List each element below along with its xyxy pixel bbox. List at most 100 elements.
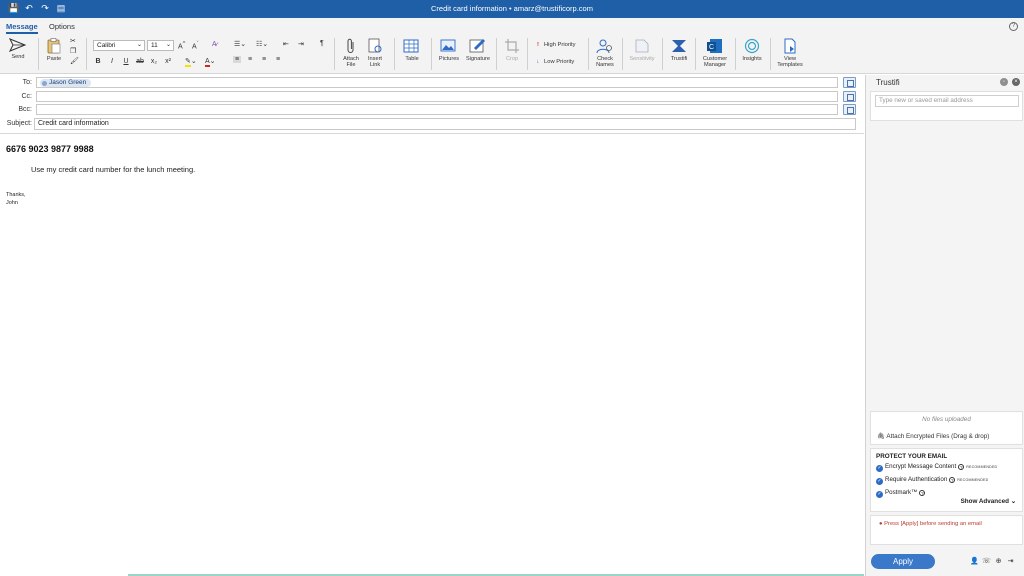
files-card: No files uploaded 🖇 Attach Encrypted Fil…	[870, 411, 1023, 445]
align-center-icon[interactable]: ≡	[248, 56, 252, 63]
font-color-icon[interactable]: A⌄	[205, 57, 216, 67]
to-field[interactable]: Jason Green	[36, 77, 838, 88]
bullets-icon[interactable]: ☰⌄	[234, 40, 246, 48]
help-icon[interactable]: ?	[958, 464, 965, 470]
paperclip-icon: 🖇	[877, 433, 885, 440]
no-files-text: No files uploaded	[922, 416, 971, 423]
paste-button[interactable]: Paste	[43, 38, 65, 62]
pilcrow-icon[interactable]: ¶	[320, 40, 324, 47]
logout-icon[interactable]: ⇥	[1006, 557, 1015, 566]
cc-label: Cc:	[21, 93, 33, 100]
format-painter-icon[interactable]: 🖌	[70, 57, 79, 65]
customer-manager-icon: C	[707, 39, 722, 53]
chevron-down-icon: ⌄	[165, 42, 171, 48]
high-priority-icon: !	[537, 42, 539, 48]
signature-button[interactable]: Signature	[463, 38, 493, 62]
error-icon: ●	[879, 521, 883, 527]
sensitivity-button[interactable]: Sensitivity	[626, 38, 658, 62]
message-body[interactable]: 6676 9023 9877 9988 Use my credit card n…	[0, 136, 864, 574]
close-icon[interactable]: ×	[1012, 78, 1020, 86]
send-button[interactable]: Send	[6, 38, 30, 60]
recipient-chip[interactable]: Jason Green	[40, 79, 92, 87]
table-button[interactable]: Table	[398, 38, 426, 62]
cut-icon[interactable]: ✂	[70, 37, 76, 45]
underline-button[interactable]: U	[121, 58, 131, 65]
high-priority-button[interactable]: ! High Priority	[535, 42, 576, 48]
ribbon-separator	[38, 38, 39, 70]
show-advanced-toggle[interactable]: Show Advanced ⌄	[961, 498, 1016, 505]
low-priority-button[interactable]: ↓ Low Priority	[535, 59, 575, 65]
add-contact-icon[interactable]: 👤	[970, 557, 979, 566]
help-icon[interactable]: ?	[919, 490, 926, 496]
tab-options[interactable]: Options	[49, 22, 75, 31]
bold-button[interactable]: B	[93, 58, 103, 65]
recommended-badge: RECOMMENDED	[957, 478, 989, 482]
card-number-text: 6676 9023 9877 9988	[6, 144, 94, 154]
subject-field[interactable]: Credit card information	[34, 118, 856, 130]
numbering-icon[interactable]: ☷⌄	[256, 40, 268, 48]
require-auth-option[interactable]: ✓ Require Authentication? RECOMMENDED	[876, 476, 988, 485]
insights-icon	[744, 38, 760, 54]
globe-icon[interactable]: ⊕	[994, 557, 1003, 566]
insert-link-button[interactable]: Insert Link	[364, 38, 386, 68]
cc-field[interactable]	[36, 91, 838, 102]
help-icon[interactable]: ?	[949, 477, 956, 483]
ribbon-separator	[735, 38, 736, 70]
customer-manager-button[interactable]: C Customer Manager	[699, 38, 731, 68]
clear-formatting-icon[interactable]: A̷	[212, 41, 217, 48]
superscript-button[interactable]: x²	[163, 58, 173, 65]
ribbon-separator	[527, 38, 528, 70]
sign-off: Thanks, John	[6, 191, 26, 207]
view-templates-button[interactable]: View Templates	[774, 38, 806, 68]
message-line: Use my credit card number for the lunch …	[31, 165, 196, 174]
pin-icon[interactable]: ◦	[1000, 78, 1008, 86]
font-size-select[interactable]: 11 ⌄	[147, 40, 174, 51]
align-right-icon[interactable]: ≡	[262, 56, 266, 63]
attach-file-button[interactable]: Attach File	[340, 38, 362, 68]
font-name-select[interactable]: Calibri ⌄	[93, 40, 145, 51]
cc-row: Cc:	[0, 91, 864, 104]
align-left-icon[interactable]: ≡	[233, 56, 242, 63]
insights-button[interactable]: Insights	[739, 38, 765, 62]
ribbon: Send Paste ✂ ❐ 🖌 Calibri ⌄ 11 ⌄ A^ Aˇ A̷ B…	[0, 34, 1024, 74]
postmark-option[interactable]: ✓ Postmark™?	[876, 489, 926, 498]
check-names-button[interactable]: Check Names	[592, 38, 618, 68]
copy-icon[interactable]: ❐	[70, 47, 76, 55]
apply-button[interactable]: Apply	[871, 554, 935, 569]
bcc-field[interactable]	[36, 104, 838, 115]
recommended-badge: RECOMMENDED	[966, 465, 998, 469]
highlight-icon[interactable]: ✎⌄	[185, 57, 197, 67]
italic-button[interactable]: I	[107, 58, 117, 65]
crop-button[interactable]: Crop	[501, 38, 523, 62]
justify-icon[interactable]: ≡	[276, 56, 280, 63]
email-input[interactable]: Type new or saved email address	[875, 95, 1019, 107]
trustifi-icon	[672, 40, 686, 52]
low-priority-icon: ↓	[536, 59, 540, 65]
subscript-button[interactable]: x₂	[149, 58, 159, 65]
decrease-indent-icon[interactable]: ⇤	[283, 40, 289, 48]
paste-icon	[47, 38, 61, 54]
address-book-icon[interactable]	[843, 77, 856, 88]
support-icon[interactable]: ☏	[982, 557, 991, 566]
pictures-button[interactable]: Pictures	[436, 38, 462, 62]
protect-card: PROTECT YOUR EMAIL ✓ Encrypt Message Cont…	[870, 448, 1023, 512]
ribbon-separator	[662, 38, 663, 70]
increase-indent-icon[interactable]: ⇥	[298, 40, 304, 48]
ribbon-separator	[695, 38, 696, 70]
ribbon-separator	[431, 38, 432, 70]
ribbon-separator	[394, 38, 395, 70]
chevron-down-icon: ⌄	[1010, 498, 1016, 505]
attach-encrypted-button[interactable]: 🖇 Attach Encrypted Files (Drag & drop)	[877, 432, 989, 440]
address-book-icon[interactable]	[843, 104, 856, 115]
grow-font-icon[interactable]: A^	[178, 41, 185, 50]
title-bar: 💾 ↶ ↷ ▤ Credit card information • amarz@…	[0, 0, 1024, 18]
svg-text:C: C	[709, 44, 714, 51]
strikethrough-button[interactable]: ab	[135, 58, 145, 65]
tab-message[interactable]: Message	[6, 22, 38, 34]
help-icon[interactable]: ?	[1009, 22, 1018, 31]
shrink-font-icon[interactable]: Aˇ	[192, 41, 199, 50]
window-title: Credit card information • amarz@trustifi…	[431, 4, 593, 13]
encrypt-option[interactable]: ✓ Encrypt Message Content? RECOMMENDED	[876, 463, 997, 472]
trustifi-button[interactable]: Trustifi	[667, 38, 691, 62]
address-book-icon[interactable]	[843, 91, 856, 102]
